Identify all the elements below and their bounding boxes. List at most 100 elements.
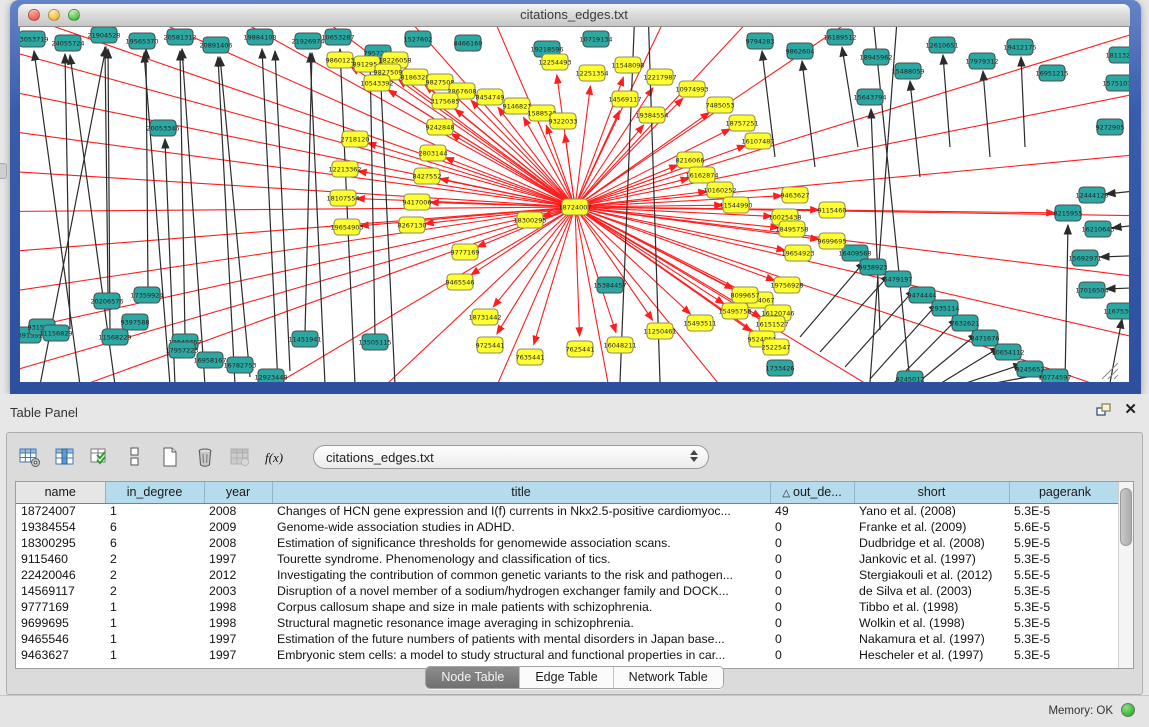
graph-node-18107554[interactable]: 18107554 [326,190,359,206]
graph-node-15751074[interactable]: 15751074 [1102,75,1129,91]
table-mode-icon[interactable] [17,444,43,470]
graph-node-23053719[interactable]: 23053719 [20,31,49,47]
graph-node-2935114[interactable]: 2935114 [931,300,960,316]
graph-node-9322033[interactable]: 9322033 [549,113,578,129]
graph-node-7485053[interactable]: 7485053 [706,97,735,113]
graph-node-15488059[interactable]: 15488059 [891,63,924,79]
graph-node-9938923[interactable]: 9938923 [859,259,888,275]
graph-node-16951215[interactable]: 16951215 [1035,65,1068,81]
graph-node-18731442[interactable]: 18731442 [468,309,501,325]
graph-node-9699695[interactable]: 9699695 [818,233,847,249]
graph-node-9115460[interactable]: 9115460 [818,202,847,218]
vertical-scrollbar[interactable] [1118,482,1133,668]
graph-node-10654112[interactable]: 10654112 [991,344,1024,360]
network-canvas[interactable]: 230537192405572421904528 19565370 20581312… [20,27,1129,382]
graph-node-1527602[interactable]: 1527602 [404,31,433,47]
graph-node-9777169[interactable]: 9777169 [451,244,480,260]
graph-node-17359924[interactable]: 17359924 [130,287,163,303]
canvas-resize-grip[interactable] [1102,363,1118,379]
window-titlebar[interactable]: citations_edges.txt [18,4,1130,27]
graph-node-9242848[interactable]: 9242848 [426,119,455,135]
graph-node-9272905[interactable]: 9272905 [1096,119,1125,135]
graph-node-9397588[interactable]: 9397588 [121,314,150,330]
table-row[interactable]: 1938455462009Genome-wide association stu… [16,519,1121,535]
graph-node-12217987[interactable]: 12217987 [643,69,676,85]
graph-node-20581312[interactable]: 20581312 [163,29,196,45]
graph-node-2718120[interactable]: 2718120 [341,131,370,147]
graph-node-12254493[interactable]: 12254493 [538,54,571,70]
graph-node-16151527[interactable]: 16151527 [755,316,788,332]
tab-edge-table[interactable]: Edge Table [520,667,613,688]
graph-node-19654923[interactable]: 19654923 [781,245,814,261]
create-column-icon[interactable] [157,444,183,470]
function-builder-icon[interactable]: f(x) [262,444,288,470]
graph-node-9860123[interactable]: 9860123 [326,52,355,68]
graph-node-19565370[interactable]: 19565370 [125,33,158,49]
table-row[interactable]: 969969511998Structural magnetic resonanc… [16,615,1121,631]
table-row[interactable]: 946362711997Embryonic stem cells: a mode… [16,647,1121,663]
graph-node-16958167[interactable]: 16958167 [193,352,226,368]
column-header-out_de[interactable]: △out_de... [770,482,854,503]
graph-node-21926974[interactable]: 21926974 [291,33,324,49]
graph-node-17016504[interactable]: 17016504 [1075,282,1108,298]
graph-node-15692971[interactable]: 15692971 [1068,250,1101,266]
graph-node-9725441[interactable]: 9725441 [476,337,505,353]
graph-node-21904528[interactable]: 21904528 [87,27,120,43]
graph-node-10774597[interactable]: 10774597 [1038,369,1071,382]
graph-node-17979312[interactable]: 17979312 [965,53,998,69]
graph-node-11544990[interactable]: 11544990 [719,197,752,213]
graph-node-20206576[interactable]: 20206576 [90,293,123,309]
column-header-pagerank[interactable]: pagerank [1009,482,1121,503]
graph-node-8216066[interactable]: 8216066 [676,152,705,168]
graph-node-9794283[interactable]: 9794283 [746,33,775,49]
column-header-short[interactable]: short [854,482,1009,503]
graph-node-8427552[interactable]: 8427552 [413,168,442,184]
graph-node-10719134[interactable]: 10719134 [579,31,612,47]
import-table-icon[interactable] [87,444,113,470]
network-svg[interactable]: 230537192405572421904528 19565370 20581312… [20,27,1129,382]
graph-node-7632621[interactable]: 7632621 [951,315,980,331]
table-row[interactable]: 946554611997Estimation of the future num… [16,631,1121,647]
table-row[interactable]: 977716911998Corpus callosum shape and si… [16,599,1121,615]
graph-node-15493511[interactable]: 15493511 [683,315,716,331]
show-hide-columns-icon[interactable] [52,444,78,470]
delete-table-icon[interactable] [227,444,253,470]
graph-node-1733426[interactable]: 1733426 [766,360,795,376]
tab-network-table[interactable]: Network Table [614,667,723,688]
graph-node-16048211[interactable]: 16048211 [603,337,636,353]
graph-node-18300295[interactable]: 18300295 [513,212,546,228]
graph-node-10653287[interactable]: 10653287 [321,29,354,45]
table-row[interactable]: 2242004622012Investigating the contribut… [16,567,1121,583]
table-row[interactable]: 1872400712008Changes of HCN gene express… [16,503,1121,519]
graph-node-12251354[interactable]: 12251354 [575,65,608,81]
graph-node-18724007[interactable]: 18724007 [558,199,591,215]
graph-node-20053346[interactable]: 20053346 [146,120,179,136]
graph-node-10974993[interactable]: 10974993 [675,81,708,97]
graph-node-24055724[interactable]: 24055724 [51,35,84,51]
graph-node-8471676[interactable]: 8471676 [971,330,1000,346]
scrollbar-thumb[interactable] [1120,488,1132,546]
graph-node-11156829[interactable]: 11156829 [39,325,72,341]
graph-node-12610651[interactable]: 12610651 [925,37,958,53]
graph-node-12444128[interactable]: 12444128 [1075,187,1108,203]
table-row[interactable]: 911546021997Tourette syndrome. Phenomeno… [16,551,1121,567]
graph-node-11548098[interactable]: 11548098 [611,57,644,73]
graph-node-13505115[interactable]: 13505115 [358,334,391,350]
graph-node-10543392[interactable]: 10543392 [360,75,393,91]
left-split-grip[interactable] [0,163,7,179]
graph-node-11250461[interactable]: 11250461 [643,323,676,339]
column-header-name[interactable]: name [16,482,105,503]
graph-node-15643794[interactable]: 15643794 [853,89,886,105]
graph-node-10160252[interactable]: 10160252 [703,182,736,198]
graph-node-11451941[interactable]: 11451941 [288,331,321,347]
delete-columns-icon[interactable] [192,444,218,470]
graph-node-18495758[interactable]: 18495758 [775,221,808,237]
table-row[interactable]: 1456911722003Disruption of a novel membe… [16,583,1121,599]
graph-node-9862604[interactable]: 9862604 [786,43,815,59]
graph-node-18757251[interactable]: 18757251 [725,115,758,131]
graph-node-20891406[interactable]: 20891406 [199,37,232,53]
graph-node-14569117[interactable]: 14569117 [608,91,641,107]
close-panel-icon[interactable]: ✕ [1124,403,1137,417]
graph-node-12213362[interactable]: 12213362 [328,161,361,177]
graph-node-19654903[interactable]: 19654903 [330,219,363,235]
